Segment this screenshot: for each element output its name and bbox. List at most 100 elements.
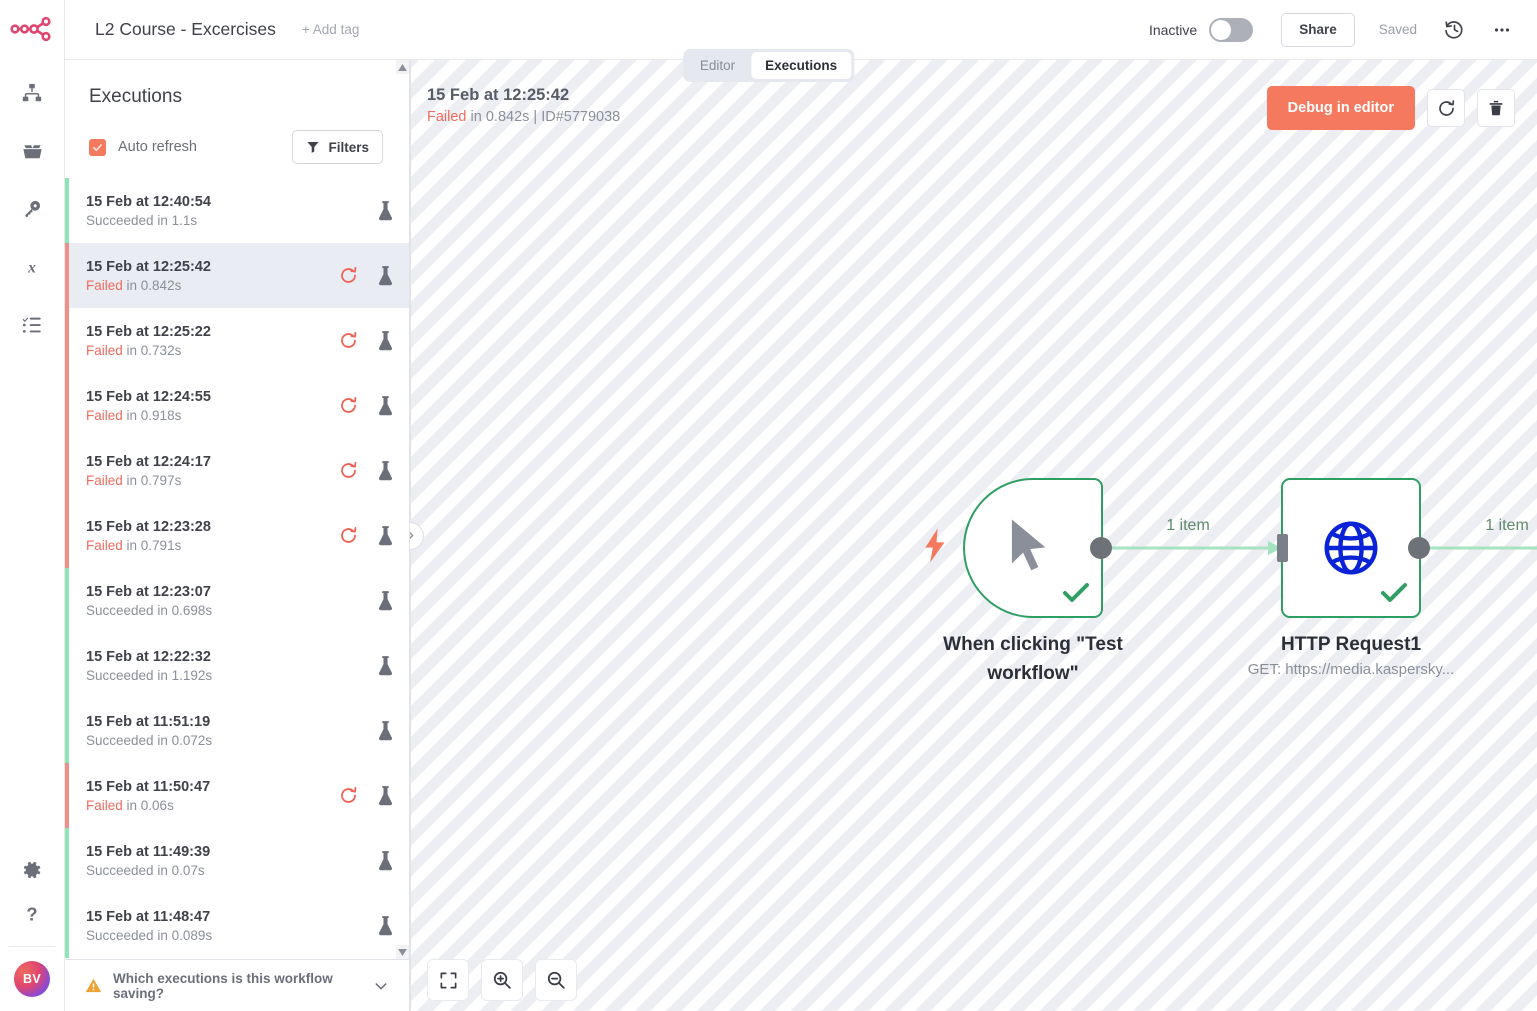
execution-list-item[interactable]: 15 Feb at 11:49:39 Succeeded in 0.07s xyxy=(65,828,409,893)
warning-triangle-icon xyxy=(85,977,102,994)
execution-item-actions xyxy=(376,590,395,612)
execution-list-item[interactable]: 15 Feb at 11:50:47Failed in 0.06s xyxy=(65,763,409,828)
executions-saving-notice[interactable]: Which executions is this workflow saving… xyxy=(65,959,409,1011)
node-output-handle[interactable] xyxy=(1408,537,1430,559)
flask-icon[interactable] xyxy=(376,525,395,547)
delete-execution-button[interactable] xyxy=(1477,89,1515,127)
sidebar-item-workflows[interactable] xyxy=(10,71,54,115)
execution-item-status-word: Failed xyxy=(86,408,123,423)
node-body-http-request[interactable] xyxy=(1281,478,1421,618)
retry-icon[interactable] xyxy=(339,266,358,285)
flask-icon[interactable] xyxy=(376,590,395,612)
retry-icon[interactable] xyxy=(339,331,358,350)
workflow-canvas[interactable]: 15 Feb at 12:25:42 Failed in 0.842s | ID… xyxy=(410,60,1537,1011)
executions-sidebar: Executions Auto refresh xyxy=(65,60,410,1011)
node-input-handle[interactable] xyxy=(1277,534,1288,562)
zoom-out-button[interactable] xyxy=(535,959,577,1001)
flask-icon[interactable] xyxy=(376,200,395,222)
flask-icon[interactable] xyxy=(376,330,395,352)
execution-list-item[interactable]: 15 Feb at 12:23:28Failed in 0.791s xyxy=(65,503,409,568)
tab-executions[interactable]: Executions xyxy=(751,52,851,79)
execution-item-status: Succeeded in 0.089s xyxy=(86,928,212,943)
node-when-clicking-test-workflow[interactable]: When clicking "Test workflow" xyxy=(963,478,1103,618)
flask-icon[interactable] xyxy=(376,850,395,872)
flask-icon[interactable] xyxy=(376,265,395,287)
auto-refresh-checkbox[interactable] xyxy=(89,139,106,156)
zoom-in-button[interactable] xyxy=(481,959,523,1001)
settings-gear-icon[interactable] xyxy=(10,848,54,892)
add-tag-button[interactable]: + Add tag xyxy=(302,22,359,37)
execution-item-date: 15 Feb at 11:50:47 xyxy=(86,779,210,795)
execution-list-item[interactable]: 15 Feb at 12:25:22Failed in 0.732s xyxy=(65,308,409,373)
execution-list-item[interactable]: 15 Feb at 12:22:32Succeeded in 1.192s xyxy=(65,633,409,698)
n8n-logo-icon[interactable] xyxy=(10,14,54,49)
workflow-active-toggle[interactable] xyxy=(1209,18,1253,42)
sidebar-item-credentials[interactable] xyxy=(10,187,54,231)
execution-item-text: 15 Feb at 11:51:19Succeeded in 0.072s xyxy=(86,714,212,748)
help-question-icon[interactable]: ? xyxy=(10,892,54,936)
retry-icon[interactable] xyxy=(339,526,358,545)
execution-item-status-word: Failed xyxy=(86,343,123,358)
editor-executions-tabs: Editor Executions xyxy=(683,49,854,82)
flask-icon[interactable] xyxy=(376,785,395,807)
retry-icon[interactable] xyxy=(339,396,358,415)
execution-item-duration: in 0.072s xyxy=(154,733,213,748)
flask-icon[interactable] xyxy=(376,395,395,417)
execution-detail-duration: in 0.842s xyxy=(471,109,530,125)
execution-list-item[interactable]: 15 Feb at 11:51:19Succeeded in 0.072s xyxy=(65,698,409,763)
execution-list-item[interactable]: 15 Feb at 12:24:55Failed in 0.918s xyxy=(65,373,409,438)
retry-icon[interactable] xyxy=(339,461,358,480)
execution-item-duration: in 0.07s xyxy=(154,863,205,878)
execution-item-duration: in 0.06s xyxy=(123,798,174,813)
execution-list-item[interactable]: 15 Feb at 12:40:54Succeeded in 1.1s xyxy=(65,178,409,243)
sidebar-item-templates[interactable] xyxy=(10,129,54,173)
execution-item-text: 15 Feb at 12:24:55Failed in 0.918s xyxy=(86,389,211,423)
execution-item-duration: in 0.698s xyxy=(154,603,213,618)
execution-list-item[interactable]: 15 Feb at 11:48:47Succeeded in 0.089s xyxy=(65,893,409,958)
executions-saving-notice-label: Which executions is this workflow saving… xyxy=(113,971,362,1001)
more-options-ellipsis-icon[interactable] xyxy=(1485,13,1519,47)
execution-item-duration: in 0.918s xyxy=(123,408,182,423)
execution-item-text: 15 Feb at 12:40:54Succeeded in 1.1s xyxy=(86,194,211,228)
execution-list-item[interactable]: 15 Feb at 12:23:07Succeeded in 0.698s xyxy=(65,568,409,633)
connection-trigger-to-http xyxy=(1100,538,1285,558)
execution-item-date: 15 Feb at 11:49:39 xyxy=(86,844,210,860)
node-http-request1[interactable]: HTTP Request1 GET: https://media.kaspers… xyxy=(1281,478,1421,618)
execution-item-actions xyxy=(339,460,395,482)
workflow-active-label: Inactive xyxy=(1149,22,1197,38)
avatar[interactable]: BV xyxy=(14,961,50,997)
main-area: L2 Course - Excercises + Add tag Inactiv… xyxy=(65,0,1537,1011)
flask-icon[interactable] xyxy=(376,655,395,677)
node-output-handle[interactable] xyxy=(1090,537,1112,559)
execution-item-text: 15 Feb at 12:25:42Failed in 0.842s xyxy=(86,259,211,293)
execution-list-item[interactable]: 15 Feb at 12:25:42Failed in 0.842s xyxy=(65,243,409,308)
execution-item-duration: in 0.797s xyxy=(123,473,182,488)
execution-item-duration: in 1.1s xyxy=(154,213,198,228)
node-success-check-icon xyxy=(1062,582,1090,609)
executions-list[interactable]: 15 Feb at 12:40:54Succeeded in 1.1s 15 Fe… xyxy=(65,178,409,959)
auto-refresh-label[interactable]: Auto refresh xyxy=(118,139,197,155)
node-body-trigger[interactable] xyxy=(963,478,1103,618)
flask-icon[interactable] xyxy=(376,915,395,937)
retry-execution-button[interactable] xyxy=(1427,89,1465,127)
zoom-to-fit-button[interactable] xyxy=(427,959,469,1001)
execution-item-text: 15 Feb at 11:50:47Failed in 0.06s xyxy=(86,779,210,813)
share-button[interactable]: Share xyxy=(1281,13,1355,47)
execution-item-actions xyxy=(339,330,395,352)
flask-icon[interactable] xyxy=(376,720,395,742)
execution-item-status-word: Succeeded xyxy=(86,213,154,228)
history-clock-icon[interactable] xyxy=(1437,13,1471,47)
retry-icon[interactable] xyxy=(339,786,358,805)
lightning-bolt-icon xyxy=(923,529,949,568)
execution-list-item[interactable]: 15 Feb at 12:24:17Failed in 0.797s xyxy=(65,438,409,503)
execution-item-status-word: Failed xyxy=(86,473,123,488)
sidebar-item-variables[interactable]: x xyxy=(10,245,54,289)
chevron-down-icon[interactable] xyxy=(373,978,389,994)
filters-button[interactable]: Filters xyxy=(292,130,383,164)
execution-item-status-word: Succeeded xyxy=(86,863,154,878)
tab-editor[interactable]: Editor xyxy=(686,52,749,79)
sidebar-item-executions[interactable] xyxy=(10,303,54,347)
execution-item-date: 15 Feb at 12:25:22 xyxy=(86,324,211,340)
debug-in-editor-button[interactable]: Debug in editor xyxy=(1267,86,1415,130)
flask-icon[interactable] xyxy=(376,460,395,482)
